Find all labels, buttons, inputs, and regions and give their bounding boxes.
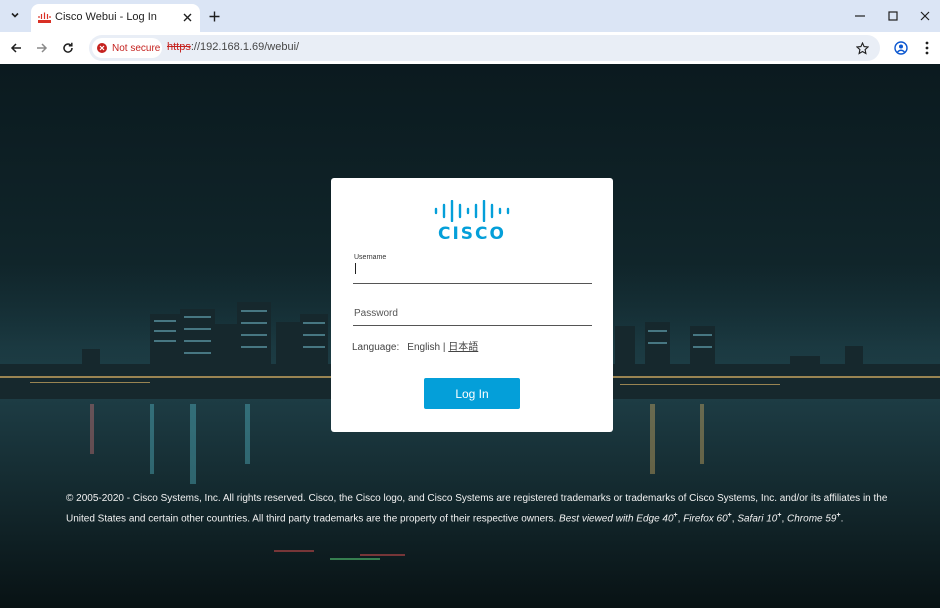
bookmark-button[interactable] [854, 40, 870, 56]
sep-2: , [731, 513, 735, 525]
maximize-button[interactable] [883, 6, 903, 26]
language-english[interactable]: English [407, 342, 440, 353]
cisco-bars-icon [434, 199, 510, 223]
username-label: Username [354, 254, 387, 261]
profile-icon [894, 41, 908, 55]
close-icon [920, 11, 930, 21]
cisco-wordmark: CISCO [438, 224, 506, 244]
tab-close-button[interactable] [180, 10, 194, 24]
browser-tabstrip: Cisco Webui - Log In [0, 0, 940, 32]
login-card: CISCO Username Password Language: English… [331, 178, 613, 432]
forward-button[interactable] [32, 38, 52, 58]
maximize-icon [888, 11, 898, 21]
language-label: Language: [352, 342, 400, 353]
browser-menu-button[interactable] [917, 38, 937, 58]
best-viewed-edge: Best viewed with Edge 40 [559, 513, 674, 525]
copyright-footer: © 2005-2020 - Cisco Systems, Inc. All ri… [66, 490, 916, 527]
password-field[interactable]: Password [353, 296, 592, 326]
back-button[interactable] [6, 38, 26, 58]
arrow-right-icon [37, 43, 48, 53]
close-window-button[interactable] [915, 6, 935, 26]
arrow-left-icon [10, 43, 21, 53]
best-viewed-firefox: Firefox 60 [683, 513, 728, 525]
plus-icon [209, 11, 219, 21]
language-selector: Language: English | 日本語 [352, 338, 478, 353]
language-japanese-link[interactable]: 日本語 [448, 342, 478, 353]
cisco-favicon-icon [38, 12, 51, 23]
reload-button[interactable] [58, 38, 78, 58]
url-rest: ://192.168.1.69/webui/ [190, 41, 300, 53]
cisco-logo: CISCO [434, 199, 510, 244]
tab-title: Cisco Webui - Log In [55, 11, 157, 23]
tab-search-button[interactable] [5, 5, 25, 25]
browser-toolbar: Not secure https://192.168.1.69/webui/ [0, 32, 940, 64]
end-period: . [840, 513, 844, 525]
minimize-button[interactable] [850, 6, 870, 26]
password-placeholder: Password [354, 308, 398, 319]
new-tab-button[interactable] [206, 8, 222, 24]
reload-icon [63, 42, 73, 53]
address-bar[interactable]: Not secure https://192.168.1.69/webui/ [89, 35, 880, 61]
login-page: CISCO Username Password Language: English… [0, 64, 940, 608]
kebab-menu-icon [925, 41, 929, 55]
sep-3: , [781, 513, 785, 525]
url-text[interactable]: https://192.168.1.69/webui/ [167, 41, 299, 53]
warning-icon [97, 43, 107, 53]
browser-tab[interactable]: Cisco Webui - Log In [31, 4, 200, 32]
text-caret [355, 263, 356, 274]
best-viewed-safari: Safari 10 [737, 513, 778, 525]
profile-button[interactable] [891, 38, 911, 58]
best-viewed-chrome: Chrome 59 [787, 513, 837, 525]
security-chip[interactable]: Not secure [92, 38, 162, 58]
security-label: Not secure [112, 42, 161, 54]
login-button[interactable]: Log In [424, 378, 520, 409]
sep-1: , [677, 513, 681, 525]
star-icon [855, 41, 869, 55]
language-separator: | [442, 342, 446, 353]
minimize-icon [855, 15, 865, 17]
username-field[interactable]: Username [353, 254, 592, 284]
close-icon [183, 13, 191, 21]
url-scheme: https [167, 41, 191, 53]
chevron-down-icon [11, 12, 19, 18]
